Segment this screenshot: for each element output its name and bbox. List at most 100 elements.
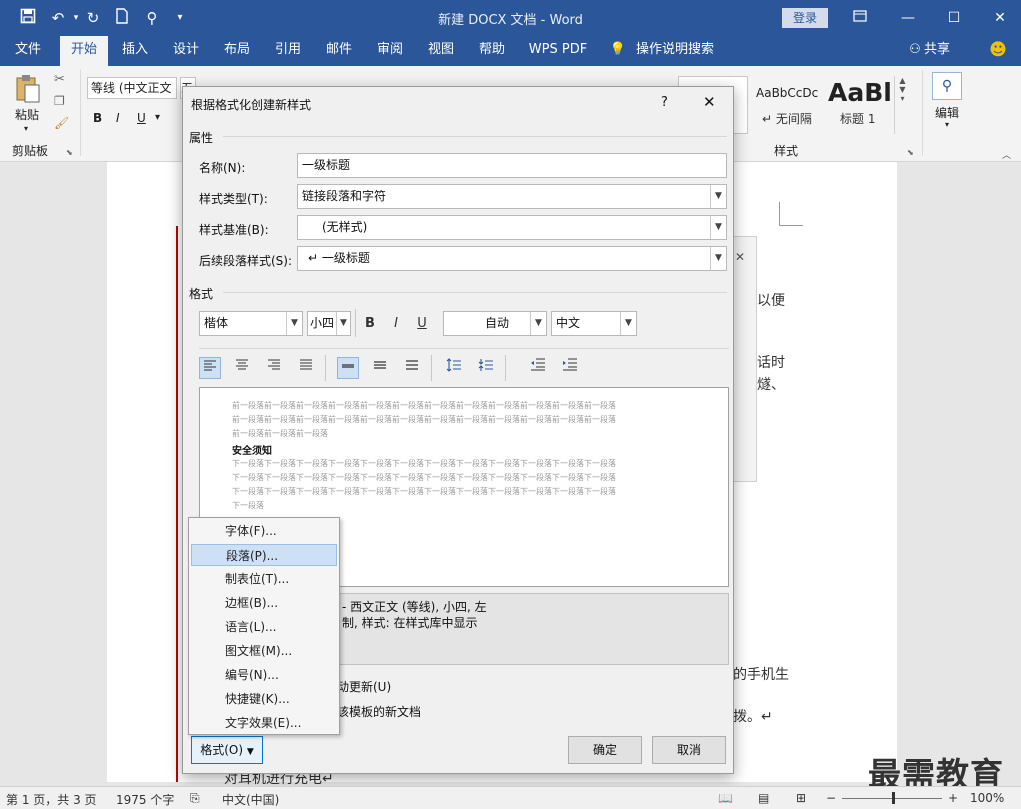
menu-item-border[interactable]: 边框(B)... [191,592,337,614]
styles-launcher-icon[interactable]: ⬊ [907,148,914,157]
smiley-feedback-icon[interactable]: ☻ [986,36,1010,66]
collapse-ribbon-icon[interactable]: ︿ [1002,148,1011,161]
font-color-select[interactable]: 自动 ▼ [443,311,547,336]
zoom-in-icon[interactable]: + [948,791,958,805]
find-icon[interactable]: ⚲ [932,72,962,100]
close-window-icon[interactable]: ✕ [988,6,1012,30]
menu-item-paragraph[interactable]: 段落(P)... [191,544,337,566]
chevron-down-icon[interactable]: ▼ [530,312,546,335]
menu-item-shortcut-key[interactable]: 快捷键(K)... [191,688,337,710]
decrease-indent-icon[interactable] [527,357,549,379]
dialog-bold-button[interactable]: B [359,313,381,335]
doc-text-fragment: 话时 [757,355,785,371]
zoom-level[interactable]: 100% [970,791,1004,805]
web-layout-icon[interactable]: ⊞ [796,791,806,805]
tab-view[interactable]: 视图 [421,36,461,66]
tab-references[interactable]: 引用 [268,36,308,66]
tab-layout[interactable]: 布局 [217,36,257,66]
styles-scroll[interactable]: ▲ ▼ ▾ [894,76,910,134]
language-indicator[interactable]: 中文(中国) [222,791,279,808]
next-style-select[interactable]: ↵ 一级标题 ▼ [297,246,727,271]
paste-label[interactable]: 粘贴 [15,106,39,123]
maximize-icon[interactable]: ☐ [942,6,966,30]
menu-item-frame[interactable]: 图文框(M)... [191,640,337,662]
tab-design[interactable]: 设计 [166,36,206,66]
cancel-button[interactable]: 取消 [652,736,726,764]
ribbon-display-icon[interactable] [848,6,872,30]
chevron-down-icon[interactable]: ▼ [710,247,726,270]
menu-item-language[interactable]: 语言(L)... [191,616,337,638]
menu-item-tabs[interactable]: 制表位(T)... [191,568,337,590]
auto-update-checkbox-label[interactable]: 动更新(U) [337,678,391,695]
chevron-down-icon[interactable]: ▼ [286,312,302,335]
editing-dropdown-icon[interactable]: ▾ [945,120,949,129]
lightbulb-icon[interactable]: 💡 [608,36,628,66]
script-select[interactable]: 中文 ▼ [551,311,637,336]
minimize-icon[interactable]: — [896,6,920,30]
align-left-icon[interactable] [199,357,221,379]
bold-button[interactable]: B [93,111,102,125]
underline-dropdown-icon[interactable]: ▾ [155,112,160,123]
double-spacing-icon[interactable] [401,357,423,379]
chevron-down-icon[interactable]: ▼ [336,312,350,335]
menu-item-text-effects[interactable]: 文字效果(E)... [191,712,337,734]
word-count[interactable]: 1975 个字 [116,791,174,808]
editing-button[interactable]: 编辑 [935,104,959,121]
font-name-combo[interactable]: 等线 (中文正文 [87,77,177,99]
cut-icon[interactable]: ✂ [54,72,65,87]
format-dropdown-button[interactable]: 格式(O) ▼ [191,736,263,764]
paste-dropdown-icon[interactable]: ▾ [24,124,28,133]
tab-review[interactable]: 审阅 [370,36,410,66]
chevron-down-icon[interactable]: ▼ [710,216,726,239]
style-type-select[interactable]: 链接段落和字符 ▼ [297,184,727,209]
share-button[interactable]: 共享 [924,36,956,66]
new-documents-radio-label[interactable]: 该模板的新文档 [337,703,421,720]
chevron-down-icon[interactable]: ▼ [710,185,726,208]
description-line: 制, 样式: 在样式库中显示 [342,616,478,630]
justify-icon[interactable] [295,357,317,379]
login-button[interactable]: 登录 [782,8,828,28]
tab-wps-pdf[interactable]: WPS PDF [523,36,593,66]
page-count[interactable]: 第 1 页，共 3 页 [6,791,97,808]
increase-indent-icon[interactable] [559,357,581,379]
format-painter-icon[interactable]: 🖌 [54,116,69,130]
single-spacing-icon[interactable] [337,357,359,379]
proofing-icon[interactable]: ⎘ [190,791,200,806]
align-right-icon[interactable] [263,357,285,379]
person-icon[interactable]: ⚇ [906,36,924,66]
one-half-spacing-icon[interactable] [369,357,391,379]
zoom-out-icon[interactable]: − [826,791,836,805]
style-card-heading-1[interactable]: AaBl 标题 1 [826,76,890,134]
align-center-icon[interactable] [231,357,253,379]
menu-item-numbering[interactable]: 编号(N)... [191,664,337,686]
zoom-slider-thumb[interactable] [892,792,895,804]
copy-icon[interactable]: ❐ [54,94,65,108]
italic-button[interactable]: I [116,111,120,125]
underline-button[interactable]: U [137,111,146,125]
tab-insert[interactable]: 插入 [115,36,155,66]
print-layout-icon[interactable]: ▤ [758,791,769,805]
ok-button[interactable]: 确定 [568,736,642,764]
name-input[interactable]: 一级标题 [297,153,727,178]
dialog-close-button[interactable]: ✕ [703,93,716,111]
font-select[interactable]: 楷体 ▼ [199,311,303,336]
menu-item-font[interactable]: 字体(F)... [191,520,337,542]
read-mode-icon[interactable]: 📖 [718,791,733,805]
tab-mailings[interactable]: 邮件 [319,36,359,66]
paste-icon[interactable] [14,74,42,104]
tab-file[interactable]: 文件 [8,36,48,66]
tab-help[interactable]: 帮助 [472,36,512,66]
chevron-down-icon[interactable]: ▼ [620,312,636,335]
based-on-select[interactable]: (无样式) ▼ [297,215,727,240]
style-card-no-spacing[interactable]: AaBbCcDc ↵ 无间隔 [752,76,822,134]
dialog-italic-button[interactable]: I [385,313,407,335]
clipboard-launcher-icon[interactable]: ⬊ [66,148,73,157]
increase-paragraph-spacing-icon[interactable] [443,357,465,379]
size-select[interactable]: 小四 ▼ [307,311,351,336]
tell-me-search[interactable]: 操作说明搜索 [636,36,718,66]
tab-home[interactable]: 开始 [60,36,108,66]
decrease-paragraph-spacing-icon[interactable] [475,357,497,379]
help-button[interactable]: ? [661,95,668,110]
dialog-underline-button[interactable]: U [411,313,433,335]
close-icon[interactable]: ✕ [735,250,745,264]
